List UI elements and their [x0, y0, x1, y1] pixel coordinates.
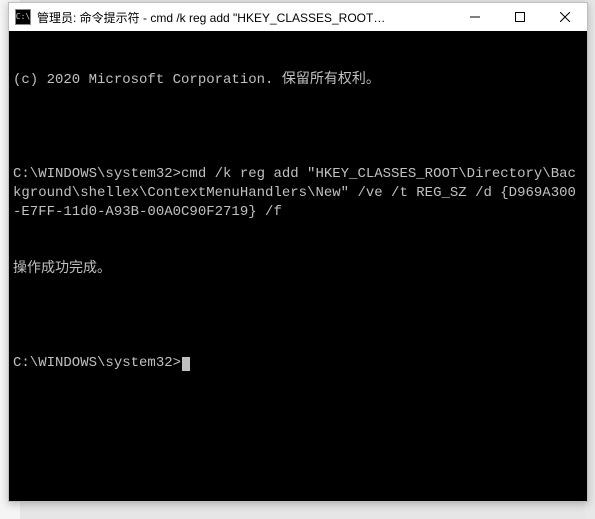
terminal-cursor: [182, 357, 190, 371]
maximize-button[interactable]: [497, 3, 542, 31]
terminal-line: 操作成功完成。: [13, 260, 583, 279]
terminal-line: (c) 2020 Microsoft Corporation. 保留所有权利。: [13, 71, 583, 90]
close-button[interactable]: [542, 3, 587, 31]
close-icon: [560, 12, 570, 22]
terminal-area[interactable]: (c) 2020 Microsoft Corporation. 保留所有权利。 …: [9, 31, 587, 501]
window-title: 管理员: 命令提示符 - cmd /k reg add "HKEY_CLASSE…: [37, 9, 387, 26]
minimize-button[interactable]: [452, 3, 497, 31]
terminal-line: C:\WINDOWS\system32>cmd /k reg add "HKEY…: [13, 165, 583, 222]
cmd-icon: C:\: [15, 9, 31, 25]
terminal-prompt: C:\WINDOWS\system32>: [13, 355, 181, 371]
terminal-prompt-line: C:\WINDOWS\system32>: [13, 354, 583, 373]
minimize-icon: [470, 12, 480, 22]
titlebar[interactable]: C:\ 管理员: 命令提示符 - cmd /k reg add "HKEY_CL…: [9, 3, 587, 31]
maximize-icon: [515, 12, 525, 22]
cmd-window: C:\ 管理员: 命令提示符 - cmd /k reg add "HKEY_CL…: [8, 2, 588, 502]
